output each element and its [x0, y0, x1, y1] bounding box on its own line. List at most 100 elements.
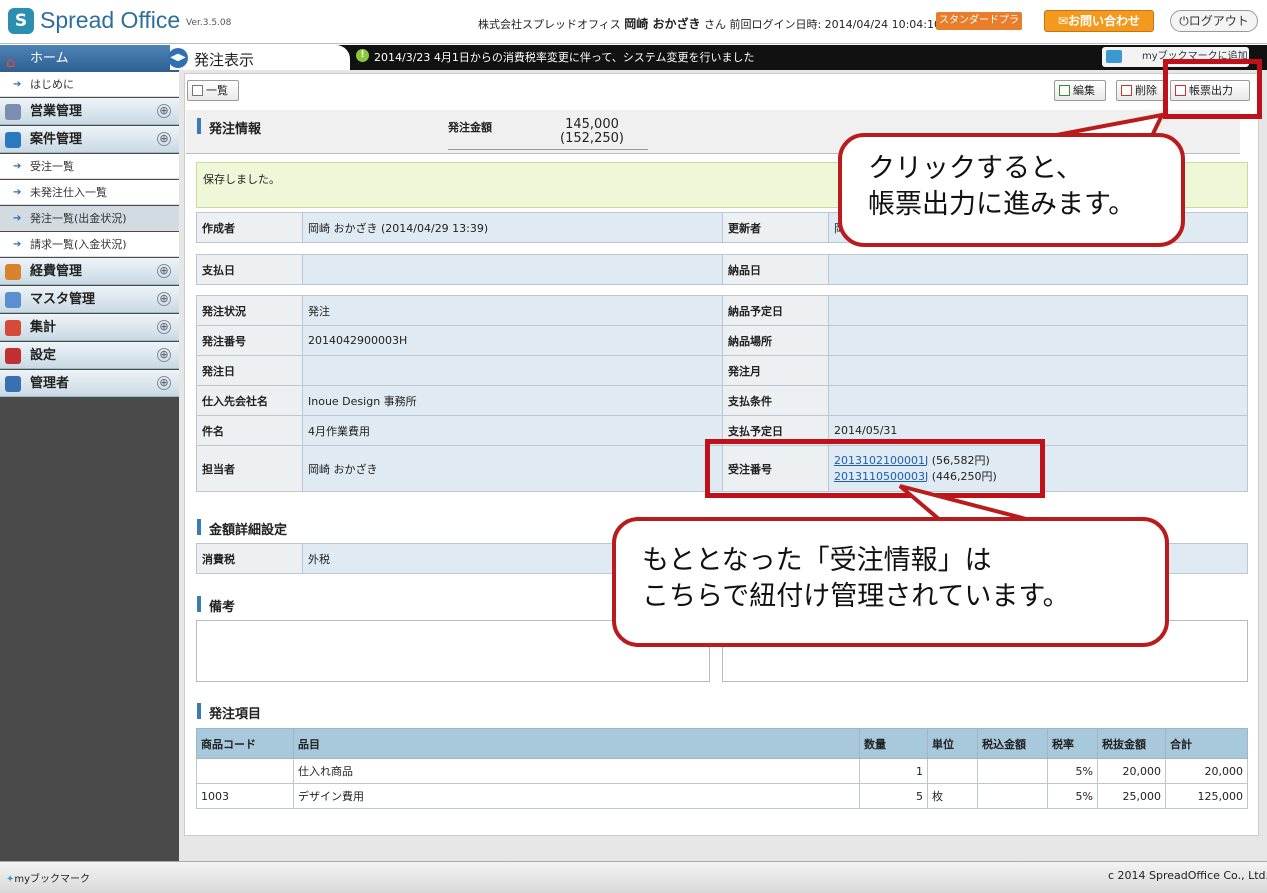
bookmark-icon: [1106, 50, 1122, 63]
supplier-value: Inoue Design 事務所: [302, 385, 723, 416]
items-column-header: 税込金額: [977, 728, 1048, 759]
sidebar-item-label: はじめに: [30, 78, 74, 91]
items-table: 商品コード 品目 数量 単位 税込金額 税率 税抜金額 合計 仕入れ商品 1 5% 20,000 20…: [196, 728, 1248, 809]
user-suffix: さん: [703, 18, 726, 31]
delivery-place-label: 納品場所: [722, 325, 829, 356]
page-title: 発注表示: [194, 51, 255, 69]
sidebar-group[interactable]: 営業管理 ⊕: [0, 98, 179, 125]
callout-report: クリックすると、 帳票出力に進みます。: [838, 133, 1185, 247]
table-cell: [977, 783, 1048, 809]
order-amount-value: 145,000: [565, 117, 619, 132]
arrow-icon: ➔: [13, 161, 22, 172]
sidebar-item[interactable]: ➔ 請求一覧(入金状況): [0, 232, 179, 257]
user-name: 岡崎 おかざき: [624, 17, 701, 31]
notice-text[interactable]: 2014/3/23 4月1日からの消費税率変更に伴って、システム変更を行いました: [374, 49, 754, 65]
planned-delivery-label: 納品予定日: [722, 295, 829, 326]
callout-received: もととなった「受注情報」は こちらで紐付け管理されています。: [612, 517, 1169, 647]
sidebar-item[interactable]: ➔ 受注一覧: [0, 154, 179, 179]
order-amount: 145,000 (152,250): [556, 118, 628, 146]
amount-detail-title: 金額詳細設定: [197, 519, 287, 538]
sidebar-group-label: 経費管理: [30, 264, 83, 279]
order-month-label: 発注月: [722, 355, 829, 386]
sidebar-group-label: 集計: [30, 320, 57, 335]
status-value: 発注: [302, 295, 723, 326]
list-button[interactable]: 一覧: [187, 80, 239, 101]
table-cell: 20,000: [1097, 758, 1166, 784]
items-column-header: 品目: [293, 728, 860, 759]
plan-badge[interactable]: スタンダードプラン: [936, 12, 1022, 44]
table-cell: [927, 758, 978, 784]
items-column-header: 税率: [1047, 728, 1098, 759]
sidebar-group[interactable]: 管理者 ⊕: [0, 370, 179, 397]
collapse-sidebar-icon[interactable]: ◀▶: [168, 48, 188, 68]
callout-report-line2: 帳票出力に進みます。: [868, 189, 1136, 220]
sidebar-group-label: 営業管理: [30, 104, 83, 119]
logout-label: ログアウト: [1188, 14, 1249, 28]
expand-icon[interactable]: ⊕: [157, 264, 171, 278]
pay-terms-value: [828, 385, 1248, 416]
delivery-date-value: [828, 254, 1248, 285]
sidebar-group-label: 設定: [30, 348, 57, 363]
expand-icon[interactable]: ⊕: [157, 292, 171, 306]
company-name: 株式会社スプレッドオフィス: [478, 18, 621, 31]
table-cell: 125,000: [1165, 783, 1248, 809]
last-login: 前回ログイン日時: 2014/04/24 10:04:10: [729, 18, 941, 31]
copyright: c 2014 SpreadOffice Co., Ltd.: [1108, 869, 1267, 882]
order-no-value: 2014042900003H: [302, 325, 723, 356]
sidebar-group-label: マスタ管理: [30, 292, 96, 307]
table-cell: 5%: [1047, 758, 1098, 784]
remarks-title: 備考: [197, 596, 235, 615]
logout-button[interactable]: ⏻ログアウト: [1170, 10, 1258, 32]
table-cell: 5%: [1047, 783, 1098, 809]
sidebar-group[interactable]: 集計 ⊕: [0, 314, 179, 341]
sidebar-item-home[interactable]: ⌂ ホーム: [0, 45, 179, 72]
callout-received-line2: こちらで紐付け管理されています。: [642, 581, 1070, 612]
contact-label: お問い合わせ: [1068, 14, 1141, 28]
items-title: 発注項目: [197, 703, 261, 722]
expand-icon[interactable]: ⊕: [157, 376, 171, 390]
tax-label: 消費税: [196, 543, 303, 574]
callout-received-line1: もととなった「受注情報」は: [642, 545, 992, 576]
footer-bookmark[interactable]: ✦myブックマーク: [6, 870, 90, 885]
table-cell: 5: [859, 783, 928, 809]
table-cell: [977, 758, 1048, 784]
subject-value: 4月作業費用: [302, 415, 723, 446]
subject-label: 件名: [196, 415, 303, 446]
sidebar-item[interactable]: ➔ 発注一覧(出金状況): [0, 206, 179, 231]
supplier-label: 仕入先会社名: [196, 385, 303, 416]
contact-button[interactable]: ✉お問い合わせ: [1044, 10, 1154, 32]
items-column-header: 税抜金額: [1097, 728, 1166, 759]
power-icon: ⏻: [1179, 14, 1189, 28]
sidebar-item[interactable]: ➔ はじめに: [0, 72, 179, 97]
planned-delivery-value: [828, 295, 1248, 326]
arrow-icon: ➔: [13, 79, 22, 90]
logo-text: Spread Office: [40, 7, 181, 33]
expand-icon[interactable]: ⊕: [157, 104, 171, 118]
delivery-place-value: [828, 325, 1248, 356]
list-icon: [192, 85, 203, 96]
arrow-icon: ➔: [13, 239, 22, 250]
person-label: 担当者: [196, 445, 303, 492]
table-cell: 枚: [927, 783, 978, 809]
expand-icon[interactable]: ⊕: [157, 132, 171, 146]
status-label: 発注状況: [196, 295, 303, 326]
table-cell: 20,000: [1165, 758, 1248, 784]
items-column-header: 商品コード: [196, 728, 294, 759]
updater-label: 更新者: [722, 212, 829, 243]
menu-group-icon: [5, 104, 21, 120]
sidebar-group[interactable]: 設定 ⊕: [0, 342, 179, 369]
sidebar-group[interactable]: 案件管理 ⊕: [0, 126, 179, 153]
sidebar-group[interactable]: 経費管理 ⊕: [0, 258, 179, 285]
expand-icon[interactable]: ⊕: [157, 320, 171, 334]
date-table: 支払日 納品日: [196, 254, 1248, 285]
user-info: 株式会社スプレッドオフィス 岡崎 おかざき さん 前回ログイン日時: 2014/…: [478, 15, 941, 32]
items-column-header: 単位: [927, 728, 978, 759]
expand-icon[interactable]: ⊕: [157, 348, 171, 362]
order-no-label: 発注番号: [196, 325, 303, 356]
items-column-header: 数量: [859, 728, 928, 759]
table-cell: 仕入れ商品: [293, 758, 860, 784]
menu-group-icon: [5, 348, 21, 364]
sidebar-item[interactable]: ➔ 未発注仕入一覧: [0, 180, 179, 205]
sidebar-group[interactable]: マスタ管理 ⊕: [0, 286, 179, 313]
callout-report-line1: クリックすると、: [868, 153, 1083, 184]
